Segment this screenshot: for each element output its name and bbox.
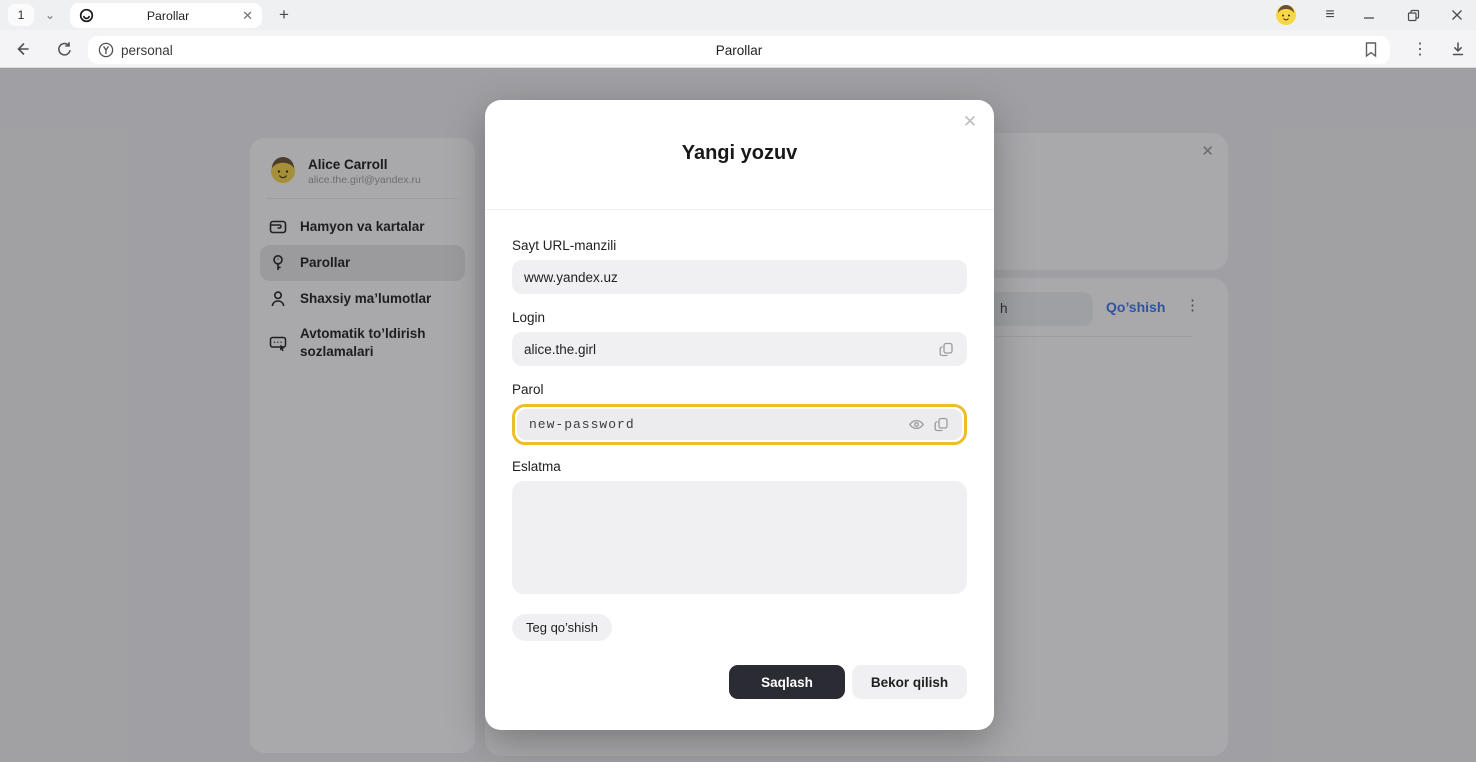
back-arrow-icon [13, 40, 31, 58]
password-field-label: Parol [512, 382, 967, 397]
toolbar-more-button[interactable]: ⋮ [1406, 35, 1434, 63]
new-entry-dialog: ✕ Yangi yozuv Sayt URL-manzili www.yande… [485, 100, 994, 730]
tab-bar: 1 ⌄ Parollar ✕ + ≡ [0, 0, 1476, 30]
plus-icon: + [279, 5, 289, 25]
browser-menu-button[interactable]: ≡ [1313, 0, 1347, 30]
note-field-label: Eslatma [512, 459, 967, 474]
hamburger-menu-icon: ≡ [1325, 6, 1334, 24]
tab-close-icon[interactable]: ✕ [242, 9, 253, 22]
copy-icon[interactable] [933, 416, 950, 433]
save-button[interactable]: Saqlash [729, 665, 845, 699]
page-title: Parollar [88, 36, 1390, 64]
password-input-value: new-password [529, 417, 900, 432]
dialog-title: Yangi yozuv [682, 142, 798, 165]
tab-title: Parollar [100, 9, 236, 23]
window-minimize-button[interactable] [1352, 0, 1386, 30]
site-chip-label: personal [121, 43, 173, 58]
eye-icon[interactable] [908, 416, 925, 433]
dialog-body: Sayt URL-manzili www.yandex.uz Login ali… [485, 210, 994, 699]
add-tag-button[interactable]: Teg qo’shish [512, 614, 612, 641]
cancel-button[interactable]: Bekor qilish [852, 665, 967, 699]
url-field-label: Sayt URL-manzili [512, 238, 967, 253]
browser-window: 1 ⌄ Parollar ✕ + ≡ [0, 0, 1476, 762]
url-input[interactable]: www.yandex.uz [512, 260, 967, 294]
address-bar[interactable]: personal Parollar [88, 36, 1390, 64]
kebab-icon: ⋮ [1412, 39, 1428, 59]
tab-count-button[interactable]: 1 [8, 4, 34, 26]
tab-favicon-smiley-icon [79, 8, 94, 23]
reload-button[interactable] [50, 35, 78, 63]
password-input[interactable]: new-password [517, 409, 962, 440]
note-textarea[interactable] [512, 481, 967, 594]
profile-avatar[interactable] [1276, 5, 1296, 25]
password-highlight-box: new-password [512, 404, 967, 445]
close-icon [1451, 9, 1463, 21]
bookmark-icon[interactable] [1363, 41, 1383, 59]
tab-list-chevron-button[interactable]: ⌄ [38, 4, 62, 26]
dialog-footer: Saqlash Bekor qilish [512, 665, 967, 699]
active-tab[interactable]: Parollar ✕ [70, 3, 262, 28]
window-close-button[interactable] [1440, 0, 1474, 30]
yandex-protect-icon [98, 42, 114, 58]
reload-icon [56, 41, 73, 58]
navigation-toolbar: personal Parollar ⋮ [0, 30, 1476, 68]
login-input-value: alice.the.girl [524, 342, 930, 357]
url-input-value: www.yandex.uz [524, 270, 955, 285]
chevron-down-icon: ⌄ [45, 8, 55, 22]
window-restore-button[interactable] [1396, 0, 1430, 30]
site-identity-chip[interactable]: personal [98, 36, 173, 64]
back-button[interactable] [8, 35, 36, 63]
new-tab-button[interactable]: + [271, 3, 297, 27]
login-field-label: Login [512, 310, 967, 325]
copy-icon[interactable] [938, 341, 955, 358]
dialog-header: Yangi yozuv [485, 100, 994, 210]
login-input[interactable]: alice.the.girl [512, 332, 967, 366]
minimize-icon [1363, 9, 1375, 21]
restore-icon [1407, 9, 1420, 22]
download-icon [1450, 41, 1466, 57]
dialog-close-icon[interactable]: ✕ [959, 111, 981, 133]
downloads-button[interactable] [1444, 35, 1472, 63]
